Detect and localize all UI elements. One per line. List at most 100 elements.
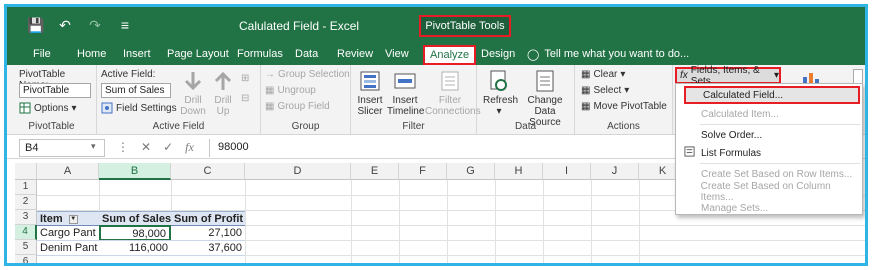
select-all-corner[interactable] bbox=[15, 163, 37, 180]
clear-button[interactable]: ▦ Clear ▾ bbox=[581, 69, 625, 80]
pivot-cell-item[interactable]: Denim Pant bbox=[37, 241, 99, 256]
menu-item-calculated-field[interactable]: Calculated Field... bbox=[684, 86, 860, 104]
pivot-cell-item[interactable]: Cargo Pant bbox=[37, 226, 99, 241]
ungroup-button[interactable]: ▦ Ungroup bbox=[265, 85, 316, 96]
pivot-header-sum-of-profit[interactable]: Sum of Profit bbox=[171, 211, 245, 226]
row-header-5[interactable]: 5 bbox=[15, 240, 37, 255]
column-header-j[interactable]: J bbox=[591, 163, 639, 180]
menu-item-calculated-item-label: Calculated Item... bbox=[701, 108, 779, 120]
menu-separator bbox=[700, 163, 860, 164]
tab-data[interactable]: Data bbox=[295, 48, 318, 60]
tab-home[interactable]: Home bbox=[77, 48, 106, 60]
insert-timeline-button[interactable]: Insert Timeline bbox=[387, 69, 424, 117]
tab-file[interactable]: File bbox=[33, 48, 51, 60]
menu-item-list-formulas[interactable]: List Formulas bbox=[676, 144, 862, 162]
change-source-label-1: Change Data bbox=[527, 95, 563, 117]
gridline bbox=[245, 240, 865, 241]
menu-item-solve-order[interactable]: Solve Order... bbox=[676, 126, 862, 144]
group-group: → Group Selection ▦ Ungroup ▦ Group Fiel… bbox=[261, 65, 351, 135]
gridline bbox=[591, 180, 592, 263]
tab-design[interactable]: Design bbox=[481, 48, 515, 60]
save-icon[interactable]: 💾 bbox=[27, 17, 44, 34]
row-header-3[interactable]: 3 bbox=[15, 210, 37, 225]
pivot-cell-profit[interactable]: 27,100 bbox=[171, 226, 245, 241]
pivot-header-item[interactable]: Item ▼ bbox=[37, 211, 99, 226]
quick-access-toolbar: 💾 ↶ ↷ ≡ bbox=[27, 17, 133, 34]
options-button[interactable]: Options ▾ bbox=[19, 102, 77, 114]
filter-connections-label-2: Connections bbox=[425, 106, 481, 117]
group-field-label: Group Field bbox=[277, 101, 330, 112]
field-settings-button[interactable]: Field Settings bbox=[101, 102, 177, 114]
customize-qat-icon[interactable]: ≡ bbox=[117, 17, 133, 34]
active-field-input[interactable]: Sum of Sales bbox=[101, 83, 171, 98]
row-header-6[interactable]: 6 bbox=[15, 255, 37, 263]
tab-view[interactable]: View bbox=[385, 48, 409, 60]
menu-item-calculated-item[interactable]: Calculated Item... bbox=[676, 105, 862, 123]
filter-connections-label-1: Filter bbox=[438, 95, 462, 106]
column-header-h[interactable]: H bbox=[495, 163, 543, 180]
drill-down-button[interactable]: Drill Down bbox=[179, 69, 207, 117]
pivot-cell-profit[interactable]: 37,600 bbox=[171, 241, 245, 256]
pivottable-tools-label: PivotTable Tools bbox=[419, 15, 511, 37]
enter-icon[interactable]: ✓ bbox=[163, 140, 173, 155]
menu-item-manage-sets[interactable]: Manage Sets... bbox=[676, 199, 862, 217]
menu-item-create-set-rows-label: Create Set Based on Row Items... bbox=[701, 168, 853, 180]
tell-me-box[interactable]: ◯ Tell me what you want to do... bbox=[527, 48, 689, 61]
tab-insert[interactable]: Insert bbox=[123, 48, 151, 60]
move-pivottable-button[interactable]: ▦ Move PivotTable bbox=[581, 101, 667, 112]
excel-window: 💾 ↶ ↷ ≡ Calulated Field - Excel PivotTab… bbox=[4, 4, 868, 266]
change-data-source-button[interactable]: Change Data Source bbox=[517, 69, 573, 128]
group-selection-button[interactable]: → Group Selection bbox=[265, 69, 350, 80]
group-label-data: Data bbox=[514, 121, 537, 132]
field-settings-icon bbox=[101, 102, 113, 114]
collapse-field-button[interactable]: ⊟ bbox=[241, 93, 249, 104]
column-header-a[interactable]: A bbox=[37, 163, 99, 180]
chevron-down-icon[interactable]: ▾ bbox=[91, 141, 96, 152]
select-button[interactable]: ▦ Select ▾ bbox=[581, 85, 629, 96]
redo-icon[interactable]: ↷ bbox=[87, 17, 103, 34]
insert-function-icon[interactable]: fx bbox=[185, 140, 194, 155]
row-header-1[interactable]: 1 bbox=[15, 180, 37, 195]
menu-item-calculated-field-label: Calculated Field... bbox=[703, 89, 784, 101]
filter-dropdown-icon[interactable]: ▼ bbox=[68, 214, 78, 224]
column-header-i[interactable]: I bbox=[543, 163, 591, 180]
lightbulb-icon: ◯ bbox=[527, 49, 540, 61]
tab-formulas[interactable]: Formulas bbox=[237, 48, 283, 60]
pivot-header-sum-of-sales[interactable]: Sum of Sales bbox=[99, 211, 171, 226]
pivot-cell-sales-active[interactable]: 98,000 bbox=[99, 225, 171, 241]
fields-items-sets-button[interactable]: fx Fields, Items, & Sets ▾ bbox=[675, 65, 781, 87]
column-header-e[interactable]: E bbox=[351, 163, 399, 180]
field-settings-label: Field Settings bbox=[116, 102, 177, 114]
tab-analyze[interactable]: Analyze bbox=[423, 45, 477, 65]
pivot-cell-sales[interactable]: 116,000 bbox=[99, 241, 171, 256]
filter-connections-button[interactable]: Filter Connections bbox=[425, 69, 481, 117]
formula-input[interactable]: 98000 bbox=[209, 139, 689, 157]
column-header-f[interactable]: F bbox=[399, 163, 447, 180]
row-header-4[interactable]: 4 bbox=[15, 225, 37, 240]
row-header-2[interactable]: 2 bbox=[15, 195, 37, 210]
cancel-icon[interactable]: ✕ bbox=[141, 140, 151, 155]
refresh-button[interactable]: Refresh ▾ bbox=[483, 69, 519, 117]
undo-icon[interactable]: ↶ bbox=[57, 17, 73, 34]
column-header-g[interactable]: G bbox=[447, 163, 495, 180]
active-field-label: Active Field: bbox=[101, 69, 156, 80]
gridline bbox=[245, 225, 865, 226]
column-header-b[interactable]: B bbox=[99, 163, 171, 180]
fields-items-sets-menu: Calculated Field... Calculated Item... S… bbox=[675, 83, 863, 215]
refresh-label: Refresh bbox=[483, 95, 519, 106]
tab-review[interactable]: Review bbox=[337, 48, 373, 60]
insert-slicer-button[interactable]: Insert Slicer bbox=[355, 69, 385, 117]
tab-page-layout[interactable]: Page Layout bbox=[167, 48, 229, 60]
group-field-button[interactable]: ▦ Group Field bbox=[265, 101, 330, 112]
move-pivottable-icon: ▦ bbox=[581, 101, 591, 112]
ungroup-icon: ▦ bbox=[265, 85, 275, 96]
gridline bbox=[245, 255, 865, 256]
drill-up-button[interactable]: Drill Up bbox=[209, 69, 237, 117]
group-label-filter: Filter bbox=[402, 121, 425, 132]
column-header-c[interactable]: C bbox=[171, 163, 245, 180]
group-pivottable: PivotTable Name: PivotTable Options ▾ Pi… bbox=[7, 65, 97, 135]
expand-field-button[interactable]: ⊞ bbox=[241, 73, 249, 84]
column-header-d[interactable]: D bbox=[245, 163, 351, 180]
pivottable-name-input[interactable]: PivotTable bbox=[19, 83, 91, 98]
ungroup-label: Ungroup bbox=[277, 85, 316, 96]
